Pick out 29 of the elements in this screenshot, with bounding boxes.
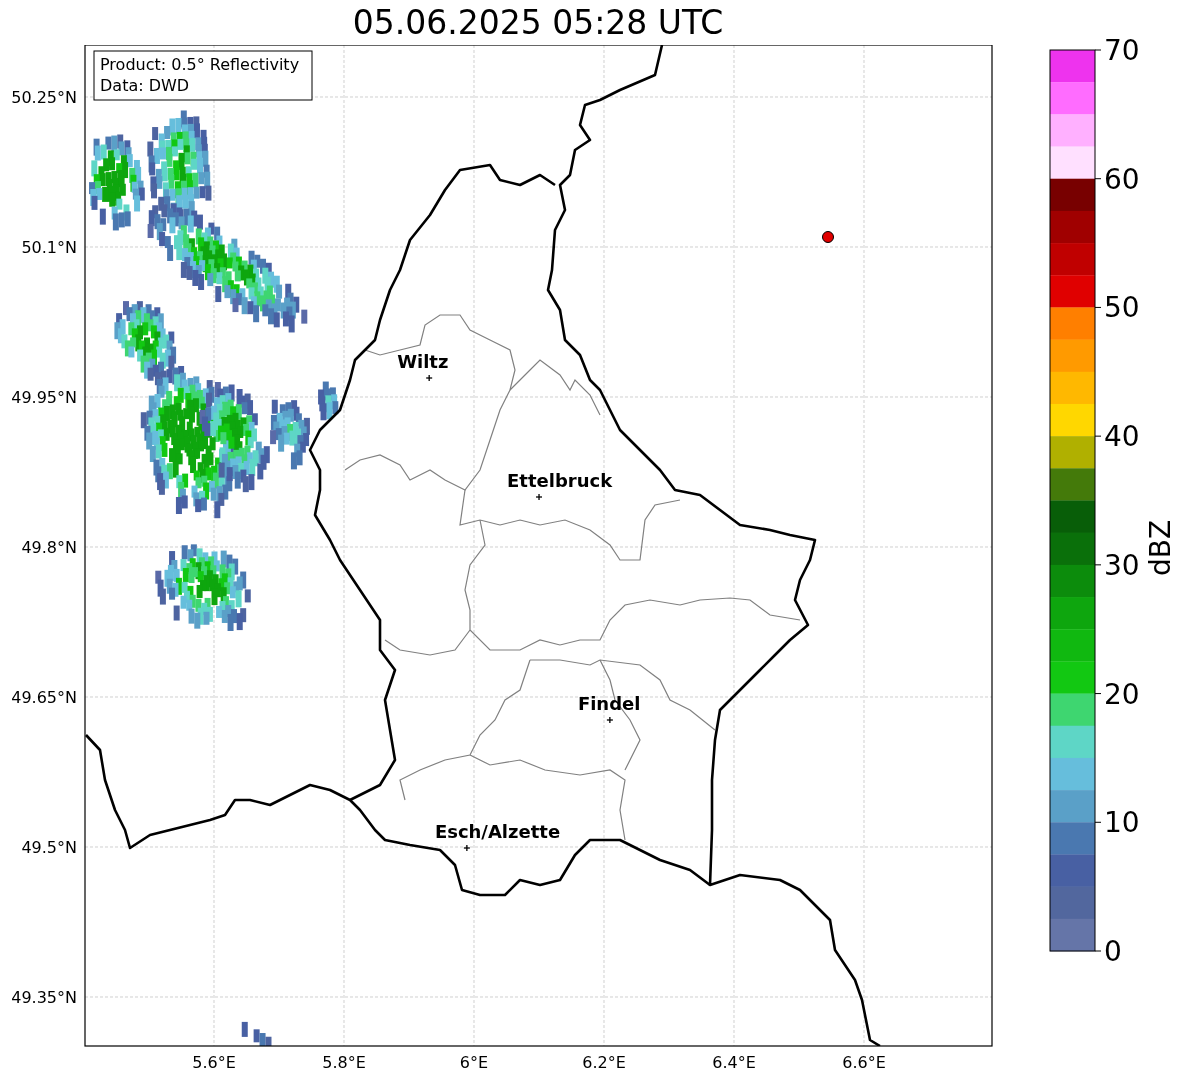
axis-tick-label: 6.6°E bbox=[842, 1053, 886, 1072]
city-label: Ettelbruck bbox=[507, 470, 613, 491]
chart-title: 05.06.2025 05:28 UTC bbox=[352, 2, 724, 43]
colorbar-tick-label: 0 bbox=[1104, 935, 1122, 968]
axis-tick-label: 6.4°E bbox=[712, 1053, 756, 1072]
colorbar-tick-label: 60 bbox=[1104, 162, 1140, 196]
city-label: Esch/Alzette bbox=[434, 821, 561, 842]
city-label: Findel bbox=[577, 693, 641, 714]
axis-tick-label: 50.1°N bbox=[21, 238, 77, 257]
colorbar-tick-label: 40 bbox=[1104, 420, 1140, 454]
legend-text: Product: 0.5° Reflectivity bbox=[100, 55, 300, 74]
axis-tick-label: 49.8°N bbox=[21, 538, 77, 557]
axis-tick-label: 50.25°N bbox=[11, 88, 77, 107]
axis-tick-label: 49.95°N bbox=[11, 388, 77, 407]
colorbar-tick-label: 70 bbox=[1104, 34, 1140, 67]
axis-tick-label: 49.5°N bbox=[21, 838, 77, 857]
axis-tick-label: 49.35°N bbox=[11, 988, 77, 1007]
colorbar-label: dBZ bbox=[1144, 519, 1177, 577]
axis-tick-label: 6°E bbox=[459, 1053, 489, 1072]
axis-tick-label: 5.6°E bbox=[192, 1053, 236, 1072]
colorbar-tick-label: 10 bbox=[1104, 806, 1140, 840]
axis-tick-label: 6.2°E bbox=[582, 1053, 626, 1072]
city-label: Wiltz bbox=[397, 351, 449, 372]
colorbar-tick-label: 20 bbox=[1104, 677, 1140, 711]
axis-tick-label: 5.8°E bbox=[322, 1053, 366, 1072]
colorbar-tick-label: 50 bbox=[1104, 291, 1140, 325]
colorbar-tick-label: 30 bbox=[1104, 548, 1140, 582]
axis-tick-label: 49.65°N bbox=[11, 688, 77, 707]
legend-text: Data: DWD bbox=[100, 76, 190, 95]
